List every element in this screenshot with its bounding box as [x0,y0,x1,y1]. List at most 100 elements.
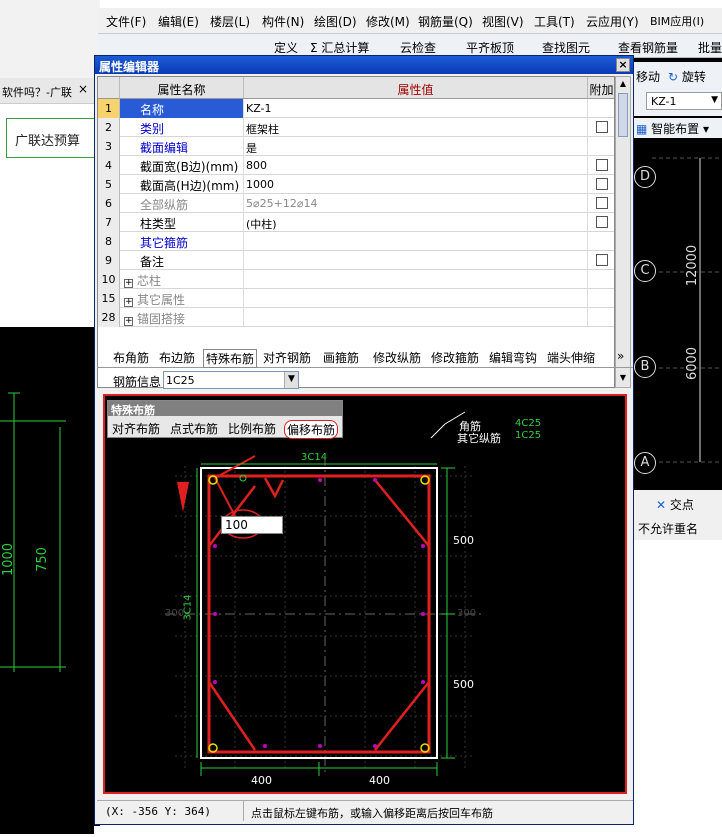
menu-file[interactable]: 文件(F) [106,13,146,30]
rebar-info-select[interactable]: 1C25 ▼ [163,371,299,389]
align-layout-option[interactable]: 对齐布筋 [112,420,160,437]
table-row[interactable]: 10 + 芯柱 [98,270,614,289]
property-value[interactable]: KZ-1 [244,99,588,118]
property-value[interactable]: 5⌀25+12⌀14 [244,194,588,213]
property-value[interactable]: 是 [244,137,588,156]
extra-cell [588,175,614,194]
menu-rebar[interactable]: 钢筋量(Q) [418,13,473,30]
menu-view[interactable]: 视图(V) [482,13,524,30]
offset-layout-option[interactable]: 偏移布筋 [284,420,339,439]
expand-icon[interactable]: + [124,279,133,288]
menu-edit[interactable]: 编辑(E) [158,13,199,30]
offset-distance-input[interactable]: 100 [221,516,283,534]
tabs-more-icon[interactable]: » [617,349,624,363]
summary-button[interactable]: Σ 汇总计算 [310,39,369,56]
other-rebar-label: 其它纵筋 [457,432,501,445]
row-number: 9 [98,251,120,270]
rotate-icon: ↻ [668,70,682,84]
scroll-thumb[interactable] [618,93,628,137]
menu-component[interactable]: 构件(N) [262,13,304,30]
search-input[interactable]: 广联达预算 [6,118,102,158]
menu-bim[interactable]: BIM应用(I) [650,13,704,29]
menu-cloud[interactable]: 云应用(Y) [586,13,639,30]
table-row[interactable]: 8 其它箍筋 [98,232,614,251]
menu-modify[interactable]: 修改(M) [366,13,410,30]
batch-button[interactable]: 批量 [698,39,722,56]
tab-align-rebar[interactable]: 对齐钢筋 [263,349,311,366]
expand-icon[interactable]: + [124,298,133,307]
property-value[interactable] [244,289,588,308]
drawing-background-left: 1000 750 [0,327,100,834]
menu-tools[interactable]: 工具(T) [534,13,575,30]
tab-end-stretch[interactable]: 端头伸缩 [547,349,595,366]
extra-checkbox[interactable] [596,197,608,209]
table-row[interactable]: 28 + 锚固搭接 [98,308,614,327]
move-button[interactable]: 移动 [636,68,660,85]
tab-corner-rebar[interactable]: 布角筋 [113,349,149,366]
close-icon[interactable]: × [616,58,630,72]
extra-cell [588,156,614,175]
property-value[interactable] [244,251,588,270]
row-number: 7 [98,213,120,232]
rebar-info-row: 钢筋信息 1C25 ▼ [97,369,633,393]
table-row[interactable]: 3 截面编辑 是 [98,137,614,156]
dialog-title-bar[interactable]: 属性编辑器 × [95,56,633,74]
extra-checkbox[interactable] [596,254,608,266]
property-value[interactable]: 800 [244,156,588,175]
tab-modify-longitudinal[interactable]: 修改纵筋 [373,349,421,366]
ratio-layout-option[interactable]: 比例布筋 [228,420,276,437]
expand-icon[interactable]: + [124,317,133,326]
tab-special-rebar[interactable]: 特殊布筋 [203,349,258,368]
axis-label-c: C [634,260,656,282]
find-element-button[interactable]: 查找图元 [542,39,590,56]
property-value[interactable]: (中柱) [244,213,588,232]
property-value[interactable]: 框架柱 [244,118,588,137]
define-button[interactable]: 定义 [274,39,298,56]
section-canvas[interactable]: 特殊布筋 对齐布筋 点式布筋 比例布筋 偏移布筋 角筋 4C25 其它纵筋 1C… [103,394,627,794]
smart-layout-button[interactable]: ▦ 智能布置 ▾ [632,118,722,138]
table-row[interactable]: 1 名称 KZ-1 [98,99,614,118]
table-row[interactable]: 9 备注 [98,251,614,270]
cloud-check-button[interactable]: 云检查 [400,39,436,56]
table-row[interactable]: 6 全部纵筋 5⌀25+12⌀14 [98,194,614,213]
extra-checkbox[interactable] [596,216,608,228]
scroll-up-icon[interactable]: ▲ [617,79,629,91]
table-row[interactable]: 4 截面宽(B边)(mm) 800 [98,156,614,175]
property-table: 属性名称 属性值 附加 1 名称 KZ-1 2 类别 框架柱 3 截面编辑 是 4 截面宽(B边)(… [97,76,615,388]
bottom-right-toolbar: ✕ 交点 不允许重名 [632,490,722,540]
table-row[interactable]: 2 类别 框架柱 [98,118,614,137]
rebar-info-value: 1C25 [166,374,195,387]
no-duplicate-name-label: 不允许重名 [638,522,699,536]
extra-checkbox[interactable] [596,178,608,190]
tab-draw-stirrup[interactable]: 画箍筋 [323,349,359,366]
view-rebar-button[interactable]: 查看钢筋量 [618,39,678,56]
dim-6000: 6000 [685,346,701,381]
intersection-button[interactable]: ✕ 交点 [656,496,694,513]
align-slab-button[interactable]: 平齐板顶 [466,39,514,56]
column-header-name: 属性名称 [120,77,244,99]
table-row[interactable]: 15 + 其它属性 [98,289,614,308]
extra-checkbox[interactable] [596,159,608,171]
property-value[interactable] [244,308,588,327]
close-icon[interactable]: × [78,82,88,96]
menu-floor[interactable]: 楼层(L) [210,13,250,30]
axis-label-b: B [634,356,656,378]
property-value[interactable] [244,270,588,289]
table-row[interactable]: 5 截面高(H边)(mm) 1000 [98,175,614,194]
menu-draw[interactable]: 绘图(D) [314,13,357,30]
extra-checkbox[interactable] [596,121,608,133]
tab-edge-rebar[interactable]: 布边筋 [159,349,195,366]
property-scrollbar[interactable]: ▲ ▼ [615,76,631,388]
tab-modify-stirrup[interactable]: 修改箍筋 [431,349,479,366]
rotate-button[interactable]: ↻ 旋转 [668,68,706,85]
point-layout-option[interactable]: 点式布筋 [170,420,218,437]
left-dim-label: 1000 [1,542,17,577]
rebar-info-label: 钢筋信息 [113,375,162,389]
chevron-down-icon[interactable]: ▼ [284,372,298,388]
property-value[interactable] [244,232,588,251]
property-name-text: 名称 [140,103,165,117]
table-row[interactable]: 7 柱类型 (中柱) [98,213,614,232]
component-select[interactable]: KZ-1 ▼ [646,92,722,110]
property-value[interactable]: 1000 [244,175,588,194]
tab-edit-hook[interactable]: 编辑弯钩 [489,349,537,366]
